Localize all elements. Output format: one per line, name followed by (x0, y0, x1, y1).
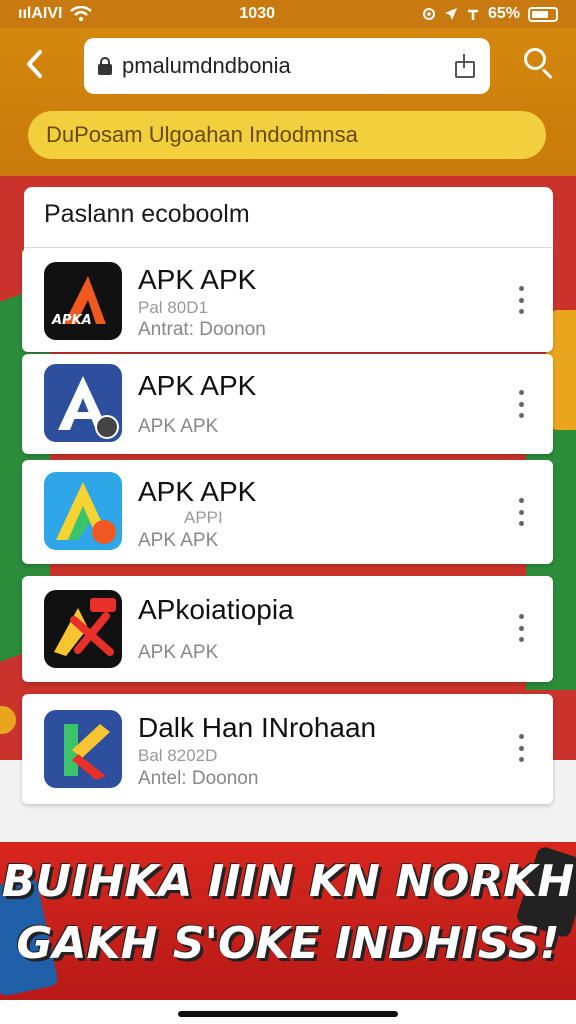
more-options-icon[interactable] (517, 390, 525, 418)
list-item[interactable]: Dalk Han INrohaan Bal 8202D Antel: Doono… (22, 694, 553, 804)
wifi-icon (70, 6, 93, 22)
list-item[interactable]: APK APK APPI APK APK (22, 460, 553, 564)
url-text[interactable]: pmalumdndbonia (122, 53, 444, 79)
item-detail: APK APK (138, 530, 219, 551)
item-subtitle: APPI (184, 508, 223, 527)
search-button[interactable] (524, 48, 556, 80)
navigation-arrow-icon (444, 8, 457, 20)
more-options-icon[interactable] (517, 614, 525, 642)
list-item[interactable]: APK APK APK APK (22, 354, 553, 454)
lock-icon (98, 57, 112, 75)
status-bar: ıılAIVI 1030 65% (0, 0, 576, 28)
apk-a-blue-icon (44, 364, 122, 442)
battery-icon (527, 6, 558, 22)
item-title: APK APK (138, 264, 257, 295)
item-detail: Antel: Doonon (138, 768, 259, 789)
battery-percent: 65% (487, 5, 520, 22)
share-icon[interactable] (454, 54, 476, 78)
apk-a-black-icon: APKA (44, 262, 122, 340)
status-right: 65% (422, 5, 558, 23)
list-item[interactable]: APKA APK APK Pal 80D1 Antrat: Doonon (22, 248, 553, 352)
item-subtitle: APK APK (138, 642, 219, 663)
list-item[interactable]: APkoiatiopia APK APK (22, 576, 553, 682)
apk-x-icon (44, 590, 122, 668)
address-bar[interactable]: pmalumdndbonia (84, 38, 490, 94)
ad-headline: BUIHKA IIIN KN NORKH (1, 856, 575, 907)
ad-banner[interactable]: BUIHKA IIIN KN NORKH GAKH S'OKE INDHISS! (0, 842, 576, 1000)
status-left: ıılAIVI (18, 5, 93, 23)
apk-k-icon (44, 710, 122, 788)
carrier-label: ıılAIVI (18, 5, 63, 22)
background-decoration (0, 700, 22, 740)
apk-a-colorful-icon (44, 472, 122, 550)
more-options-icon[interactable] (517, 286, 525, 314)
header-banner[interactable]: DuPosam Ulgoahan Indodmnsa (28, 111, 546, 159)
browser-header: pmalumdndbonia DuPosam Ulgoahan Indodmns… (0, 28, 576, 176)
item-detail: Antrat: Doonon (138, 319, 266, 340)
home-indicator[interactable] (178, 1011, 398, 1017)
more-options-icon[interactable] (517, 498, 525, 526)
item-title: APK APK (138, 476, 257, 507)
more-options-icon[interactable] (517, 734, 525, 762)
svg-text:APKA: APKA (51, 313, 92, 328)
item-title: APK APK (138, 370, 257, 401)
back-button[interactable] (16, 46, 52, 82)
item-subtitle: Pal 80D1 (138, 298, 208, 317)
item-title: Dalk Han INrohaan (138, 712, 377, 743)
search-icon (524, 48, 546, 70)
chevron-left-icon (27, 50, 42, 78)
item-subtitle: APK APK (138, 416, 219, 437)
item-title: APkoiatiopia (138, 594, 294, 625)
status-time: 1030 (239, 5, 275, 22)
signal-icon (467, 9, 478, 20)
location-icon (422, 8, 435, 20)
item-subtitle: Bal 8202D (138, 746, 218, 765)
ad-subheadline: GAKH S'OKE INDHISS! (16, 918, 560, 969)
list-title: Paslann ecoboolm (44, 200, 250, 228)
